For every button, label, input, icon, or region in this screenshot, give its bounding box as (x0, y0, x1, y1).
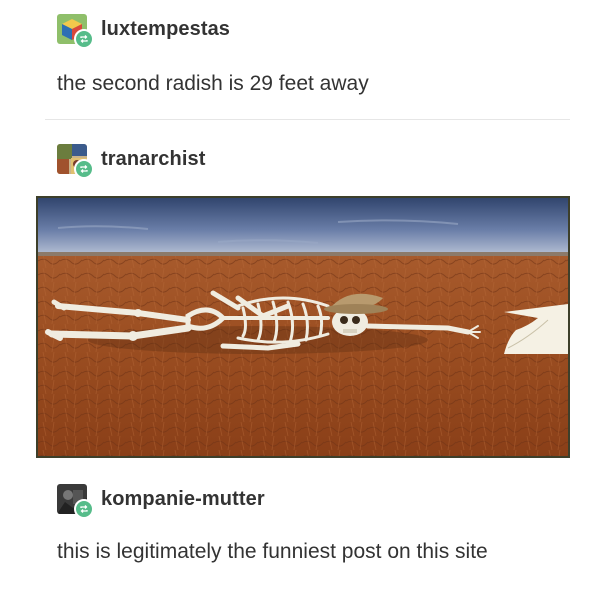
avatar[interactable] (57, 484, 94, 519)
avatar[interactable] (57, 144, 94, 179)
reblog-icon (74, 159, 94, 179)
username[interactable]: tranarchist (101, 148, 205, 171)
post-header-tranarchist: tranarchist (57, 144, 205, 179)
desert-skeleton-photo[interactable] (36, 196, 570, 458)
divider (45, 119, 570, 120)
tumblr-post-thread: luxtempestas the second radish is 29 fee… (0, 0, 600, 600)
post-header-luxtempestas: luxtempestas (57, 14, 230, 49)
username[interactable]: luxtempestas (101, 18, 230, 41)
username[interactable]: kompanie-mutter (101, 488, 265, 511)
avatar[interactable] (57, 14, 94, 49)
post-text: the second radish is 29 feet away (57, 72, 369, 95)
reblog-icon (74, 29, 94, 49)
post-header-kompanie-mutter: kompanie-mutter (57, 484, 265, 519)
post-text: this is legitimately the funniest post o… (57, 540, 488, 563)
reblog-icon (74, 499, 94, 519)
